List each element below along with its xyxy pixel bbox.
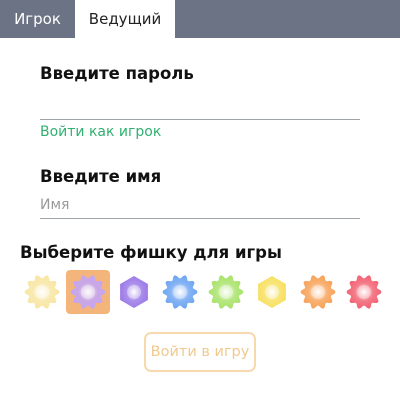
tab-bar: Игрок Ведущий	[0, 0, 400, 38]
login-as-player-link[interactable]: Войти как игрок	[40, 124, 161, 140]
token-option[interactable]	[342, 270, 386, 314]
purple-gem-token-icon	[120, 276, 148, 308]
tab-host[interactable]: Ведущий	[75, 0, 175, 38]
token-option[interactable]	[20, 270, 64, 314]
password-field[interactable]	[40, 97, 360, 120]
sun-token-icon	[24, 275, 60, 309]
name-field[interactable]	[40, 192, 360, 219]
tab-player[interactable]: Игрок	[0, 0, 75, 38]
password-label: Введите пароль	[40, 64, 194, 83]
token-option[interactable]	[250, 270, 294, 314]
token-option[interactable]	[204, 270, 248, 314]
token-option[interactable]	[66, 270, 110, 314]
orange-token-icon	[300, 275, 336, 309]
token-option[interactable]	[112, 270, 156, 314]
blue-gem-token-icon	[162, 275, 198, 309]
token-option[interactable]	[158, 270, 202, 314]
green-token-icon	[208, 275, 244, 309]
name-label: Введите имя	[40, 167, 162, 186]
lilac-token-icon	[70, 275, 106, 309]
token-option[interactable]	[296, 270, 340, 314]
token-heading: Выберите фишку для игры	[20, 243, 282, 262]
token-picker	[20, 268, 390, 318]
yellow-gem-token-icon	[258, 276, 286, 308]
enter-game-button[interactable]: Войти в игру	[144, 332, 256, 372]
red-token-icon	[346, 275, 382, 309]
